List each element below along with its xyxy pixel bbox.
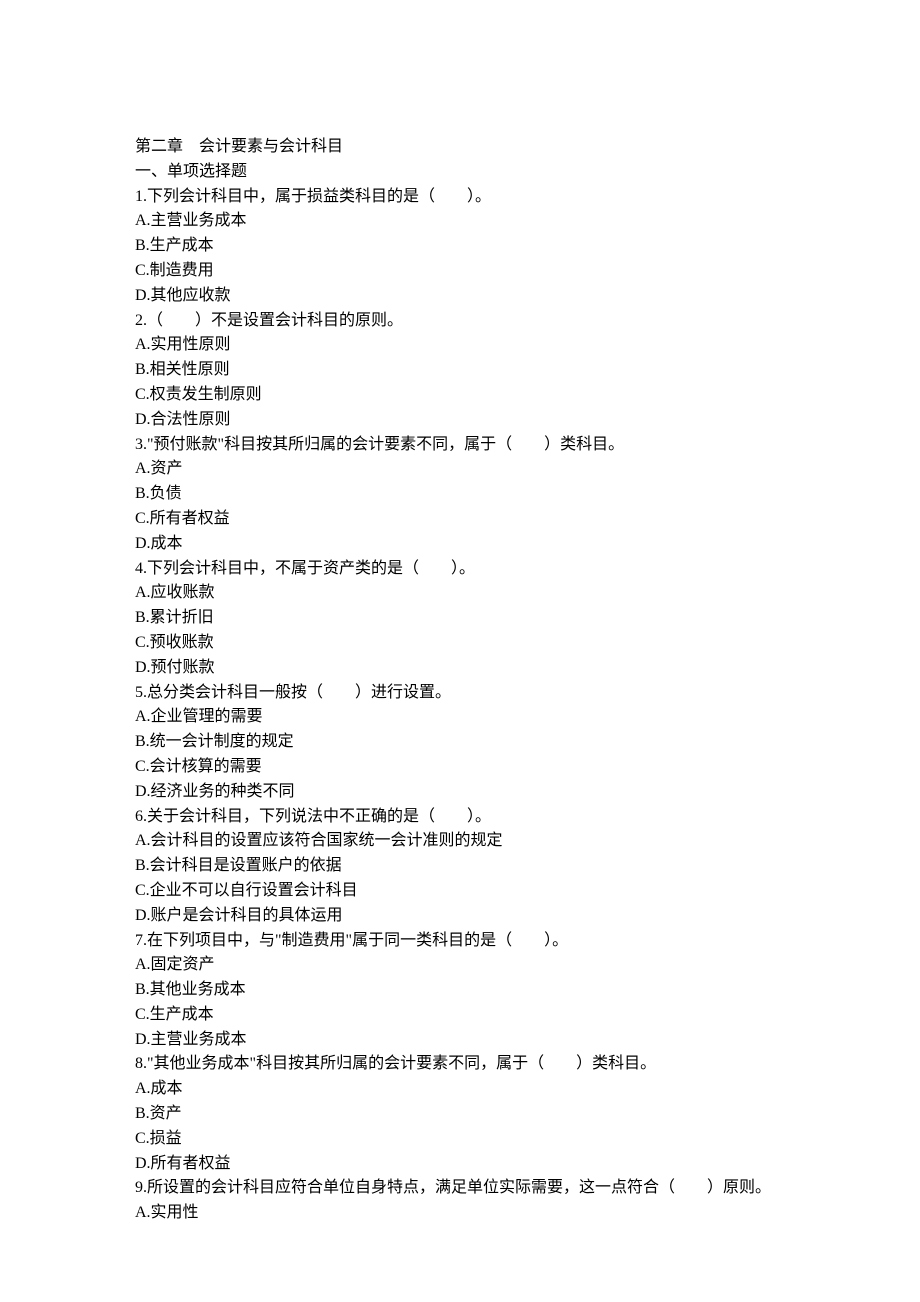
question-option: D.经济业务的种类不同 bbox=[135, 780, 810, 805]
question-option: A.企业管理的需要 bbox=[135, 705, 810, 730]
question-option: B.累计折旧 bbox=[135, 606, 810, 631]
question-option: B.相关性原则 bbox=[135, 358, 810, 383]
question-option: D.合法性原则 bbox=[135, 408, 810, 433]
question-option: A.实用性原则 bbox=[135, 333, 810, 358]
question-option: C.制造费用 bbox=[135, 259, 810, 284]
question-stem: 6.关于会计科目，下列说法中不正确的是（ ）。 bbox=[135, 805, 810, 830]
question-option: D.其他应收款 bbox=[135, 284, 810, 309]
question-option: A.实用性 bbox=[135, 1201, 810, 1226]
question-stem: 4.下列会计科目中，不属于资产类的是（ ）。 bbox=[135, 557, 810, 582]
question-option: B.其他业务成本 bbox=[135, 978, 810, 1003]
question-option: B.会计科目是设置账户的依据 bbox=[135, 854, 810, 879]
question-stem: 9.所设置的会计科目应符合单位自身特点，满足单位实际需要，这一点符合（ ）原则。 bbox=[135, 1176, 810, 1201]
question-stem: 1.下列会计科目中，属于损益类科目的是（ ）。 bbox=[135, 185, 810, 210]
question-option: B.资产 bbox=[135, 1102, 810, 1127]
question-option: C.会计核算的需要 bbox=[135, 755, 810, 780]
question-option: C.企业不可以自行设置会计科目 bbox=[135, 879, 810, 904]
question-option: A.成本 bbox=[135, 1077, 810, 1102]
question-option: B.负债 bbox=[135, 482, 810, 507]
question-option: C.预收账款 bbox=[135, 631, 810, 656]
question-option: A.会计科目的设置应该符合国家统一会计准则的规定 bbox=[135, 829, 810, 854]
question-option: A.应收账款 bbox=[135, 581, 810, 606]
section-title: 一、单项选择题 bbox=[135, 160, 810, 185]
question-option: A.资产 bbox=[135, 457, 810, 482]
question-option: C.损益 bbox=[135, 1127, 810, 1152]
question-stem: 5.总分类会计科目一般按（ ）进行设置。 bbox=[135, 681, 810, 706]
question-option: A.固定资产 bbox=[135, 953, 810, 978]
question-option: D.所有者权益 bbox=[135, 1152, 810, 1177]
question-option: A.主营业务成本 bbox=[135, 209, 810, 234]
question-option: D.账户是会计科目的具体运用 bbox=[135, 904, 810, 929]
question-option: C.权责发生制原则 bbox=[135, 383, 810, 408]
question-option: B.生产成本 bbox=[135, 234, 810, 259]
question-option: C.生产成本 bbox=[135, 1003, 810, 1028]
question-stem: 7.在下列项目中，与"制造费用"属于同一类科目的是（ ）。 bbox=[135, 929, 810, 954]
question-option: B.统一会计制度的规定 bbox=[135, 730, 810, 755]
question-stem: 8."其他业务成本"科目按其所归属的会计要素不同，属于（ ）类科目。 bbox=[135, 1052, 810, 1077]
question-stem: 2.（ ）不是设置会计科目的原则。 bbox=[135, 309, 810, 334]
question-option: D.主营业务成本 bbox=[135, 1028, 810, 1053]
question-option: D.成本 bbox=[135, 532, 810, 557]
question-stem: 3."预付账款"科目按其所归属的会计要素不同，属于（ ）类科目。 bbox=[135, 433, 810, 458]
question-option: C.所有者权益 bbox=[135, 507, 810, 532]
question-option: D.预付账款 bbox=[135, 656, 810, 681]
chapter-title: 第二章 会计要素与会计科目 bbox=[135, 135, 810, 160]
